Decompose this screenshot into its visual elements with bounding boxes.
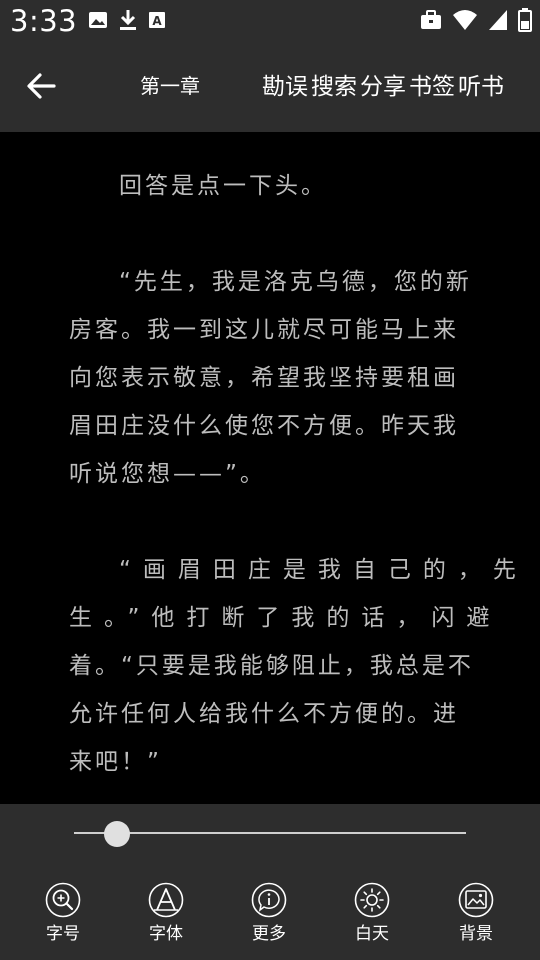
back-button[interactable] (22, 66, 62, 106)
paragraph: “先生，我是洛克乌德，您的新 房客。我一到这儿就尽可能马上来 向您表示敬意，希望… (69, 258, 471, 498)
paragraph: 回答是点一下头。 (69, 162, 471, 210)
menu-label: 字体 (149, 924, 183, 944)
share-button[interactable]: 分享 (360, 67, 406, 101)
font-icon (148, 882, 184, 918)
wifi-icon (453, 10, 477, 30)
text-line: 眉田庄没什么使您不方便。昨天我 (69, 413, 459, 439)
zoom-in-icon (45, 882, 81, 918)
status-time: 3:33 (10, 4, 78, 38)
svg-text:A: A (152, 14, 162, 28)
text-line: 来吧！” (69, 749, 162, 775)
chapter-title[interactable]: 第一章 (140, 70, 200, 99)
text-line: 允许任何人给我什么不方便的。进 (69, 701, 459, 727)
toolbar-actions: 勘误 搜索 分享 书签 听书 (262, 67, 507, 101)
progress-slider-track[interactable] (74, 832, 466, 834)
battery-icon (518, 8, 532, 32)
text-line: 生。”他打断了我的话，闪避 (69, 605, 502, 631)
text-line: “画眉田庄是我自己的，先 (119, 557, 528, 583)
info-icon (251, 882, 287, 918)
menu-label: 更多 (252, 924, 286, 944)
background-button[interactable]: 背景 (436, 882, 516, 944)
text-line: 听说您想——”。 (69, 461, 266, 487)
menu-label: 字号 (46, 924, 80, 944)
text-line: “先生，我是洛克乌德，您的新 (119, 269, 472, 295)
download-icon (120, 10, 136, 30)
image-icon (458, 882, 494, 918)
text-line: 着。“只要是我能够阻止，我总是不 (69, 653, 474, 679)
errata-button[interactable]: 勘误 (262, 67, 308, 101)
image-icon (89, 12, 107, 28)
signal-icon (489, 10, 507, 30)
text-line: 回答是点一下头。 (119, 173, 327, 199)
status-notification-icons: A (88, 9, 166, 31)
paragraph: “画眉田庄是我自己的，先 生。”他打断了我的话，闪避 着。“只要是我能够阻止，我… (69, 546, 528, 786)
menu-label: 背景 (459, 924, 493, 944)
status-bar: 3:33 A (0, 0, 540, 42)
arrow-left-icon (27, 73, 56, 99)
text-line: 房客。我一到这儿就尽可能马上来 (69, 317, 459, 343)
status-system-icons (420, 8, 532, 32)
text-line: 向您表示敬意，希望我坚持要租画 (69, 365, 459, 391)
sun-icon (354, 882, 390, 918)
more-button[interactable]: 更多 (229, 882, 309, 944)
progress-slider-thumb[interactable] (104, 821, 131, 847)
menu-label: 白天 (355, 924, 389, 944)
reader-bottom-panel: 字号 字体 更多 白天 背景 (0, 804, 540, 960)
font-size-button[interactable]: 字号 (23, 882, 103, 944)
font-button[interactable]: 字体 (126, 882, 206, 944)
briefcase-icon (421, 10, 441, 29)
day-mode-button[interactable]: 白天 (332, 882, 412, 944)
reading-content[interactable]: 回答是点一下头。 “先生，我是洛克乌德，您的新 房客。我一到这儿就尽可能马上来 … (0, 132, 540, 804)
text-a-icon: A (149, 12, 165, 28)
listen-button[interactable]: 听书 (458, 67, 504, 101)
bookmark-button[interactable]: 书签 (409, 67, 455, 101)
search-button[interactable]: 搜索 (311, 67, 357, 101)
reader-toolbar: 第一章 勘误 搜索 分享 书签 听书 (0, 42, 540, 132)
